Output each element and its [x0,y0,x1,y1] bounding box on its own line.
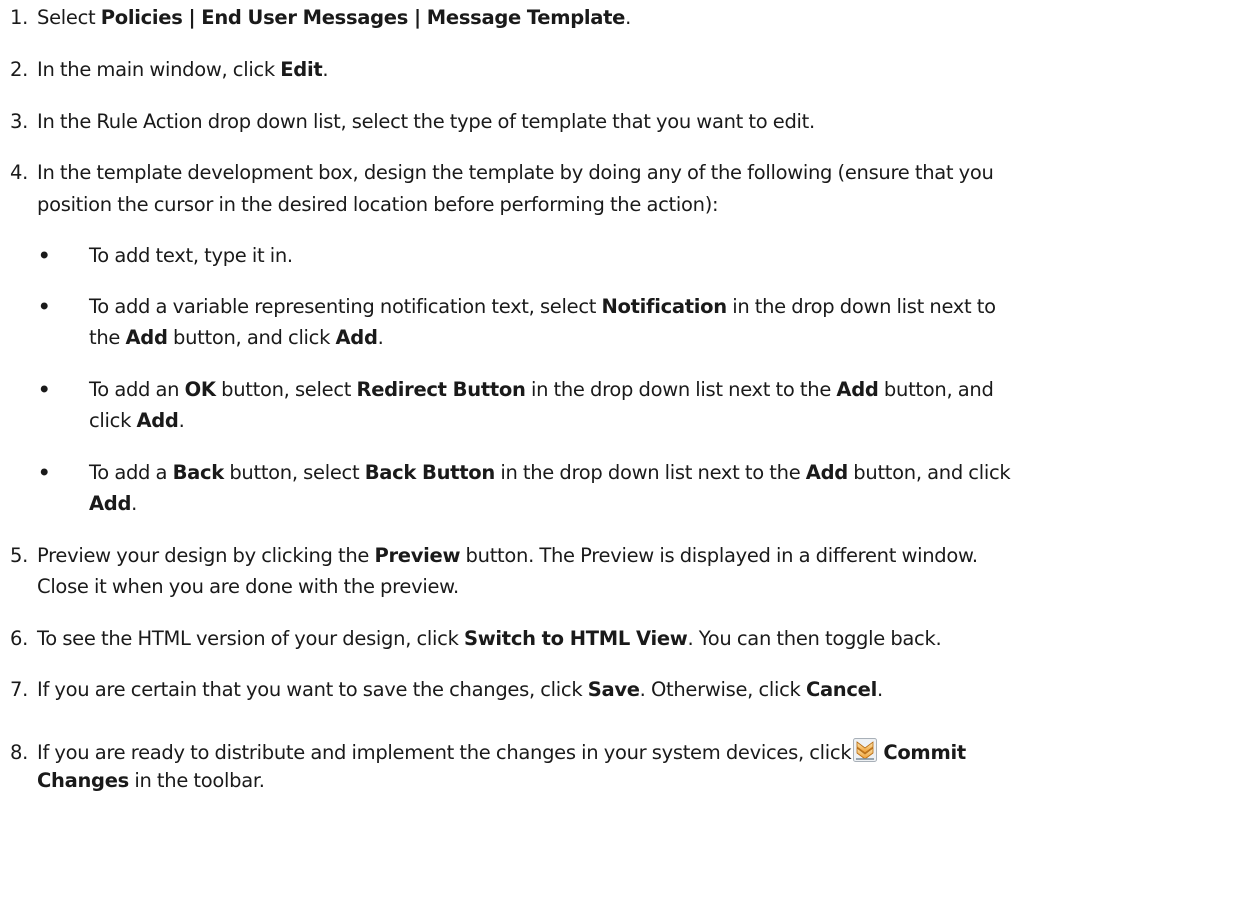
add-label: Add [136,409,179,432]
add-label: Add [805,461,848,484]
step-8: 8. If you are ready to distribute and imp… [10,738,966,764]
step-8-line-2: Changes in the toolbar. [37,769,265,792]
step-number: 5. [10,544,29,567]
step-text: If you are certain that you want to save… [37,678,588,701]
cancel-label: Cancel [805,678,877,701]
step-number: 1. [10,6,29,29]
bullet-text: click [89,409,137,432]
bullet-text: button, and click [167,326,336,349]
bullet-dot: • [38,461,51,484]
add-label: Add [836,378,879,401]
step-number: 6. [10,627,29,650]
bullet-dot: • [38,378,51,401]
bullet-dot: • [38,244,51,267]
step-text: . [625,6,631,29]
step-4-line-2: position the cursor in the desired locat… [37,193,719,216]
step-text: In the Rule Action drop down list, selec… [37,110,815,133]
bullet-dot: • [38,295,51,318]
bullet-text: in the drop down list next to the [494,461,806,484]
back-label: Back [172,461,225,484]
back-button-label: Back Button [364,461,496,484]
step-number: 8. [10,741,29,764]
changes-label: Changes [37,769,129,792]
bullet-3: • To add an OK button, select Redirect Bu… [38,378,994,401]
step-4: 4. In the template development box, desig… [10,161,994,184]
bullet-text: To add a [89,461,173,484]
bullet-text: button, and click [847,461,1011,484]
document-page: 1. Select Policies | End User Messages | … [0,0,1256,907]
save-label: Save [587,678,640,701]
step-text: In the main window, click [37,58,281,81]
step-1: 1. Select Policies | End User Messages | … [10,6,631,29]
bullet-text: button, and [878,378,994,401]
bullet-text: . [178,409,185,432]
step-2: 2. In the main window, click Edit. [10,58,329,81]
step-number: 3. [10,110,29,133]
step-text: . You can then toggle back. [687,627,942,650]
step-number: 7. [10,678,29,701]
bullet-text: in the drop down list next to the [525,378,837,401]
bullet-text: button, select [215,378,357,401]
switch-html-view-label: Switch to HTML View [463,627,688,650]
step-text: . [876,678,883,701]
add-label: Add [125,326,168,349]
step-text: button. The Preview is displayed in a di… [460,544,979,567]
step-text: Select [37,6,101,29]
bullet-text: To add an [89,378,185,401]
commit-changes-icon [853,738,878,762]
bullet-1: • To add text, type it in. [38,244,293,267]
step-number: 4. [10,161,29,184]
menu-path: Policies | End User Messages | Message T… [100,6,626,29]
bullet-text: . [131,492,138,515]
step-text: . Otherwise, click [639,678,806,701]
step-5: 5. Preview your design by clicking the Pr… [10,544,978,567]
step-6: 6. To see the HTML version of your design… [10,627,942,650]
step-text: . [322,58,329,81]
bullet-4-line-2: Add. [89,492,137,515]
step-text: Preview your design by clicking the [37,544,375,567]
step-text: in the toolbar. [128,769,265,792]
bullet-text: . [377,326,384,349]
add-label: Add [335,326,378,349]
notification-label: Notification [601,295,728,318]
edit-label: Edit [280,58,323,81]
step-7: 7. If you are certain that you want to sa… [10,678,883,701]
preview-label: Preview [374,544,461,567]
step-text: If you are ready to distribute and imple… [37,741,852,764]
bullet-text: button, select [223,461,365,484]
step-text: In the template development box, design … [37,161,994,184]
bullet-2: • To add a variable representing notifica… [38,295,996,318]
bullet-2-line-2: the Add button, and click Add. [89,326,384,349]
redirect-button-label: Redirect Button [356,378,526,401]
bullet-text: To add a variable representing notificat… [89,295,602,318]
bullet-text: the [89,326,126,349]
step-number: 2. [10,58,29,81]
bullet-text: in the drop down list next to [726,295,996,318]
bullet-4: • To add a Back button, select Back Butto… [38,461,1011,484]
bullet-3-line-2: click Add. [89,409,185,432]
add-label: Add [89,492,132,515]
commit-label: Commit [883,741,966,764]
bullet-text: To add text, type it in. [89,244,293,267]
step-3: 3. In the Rule Action drop down list, sel… [10,110,815,133]
step-text: To see the HTML version of your design, … [37,627,464,650]
ok-label: OK [184,378,216,401]
step-5-line-2: Close it when you are done with the prev… [37,575,459,598]
